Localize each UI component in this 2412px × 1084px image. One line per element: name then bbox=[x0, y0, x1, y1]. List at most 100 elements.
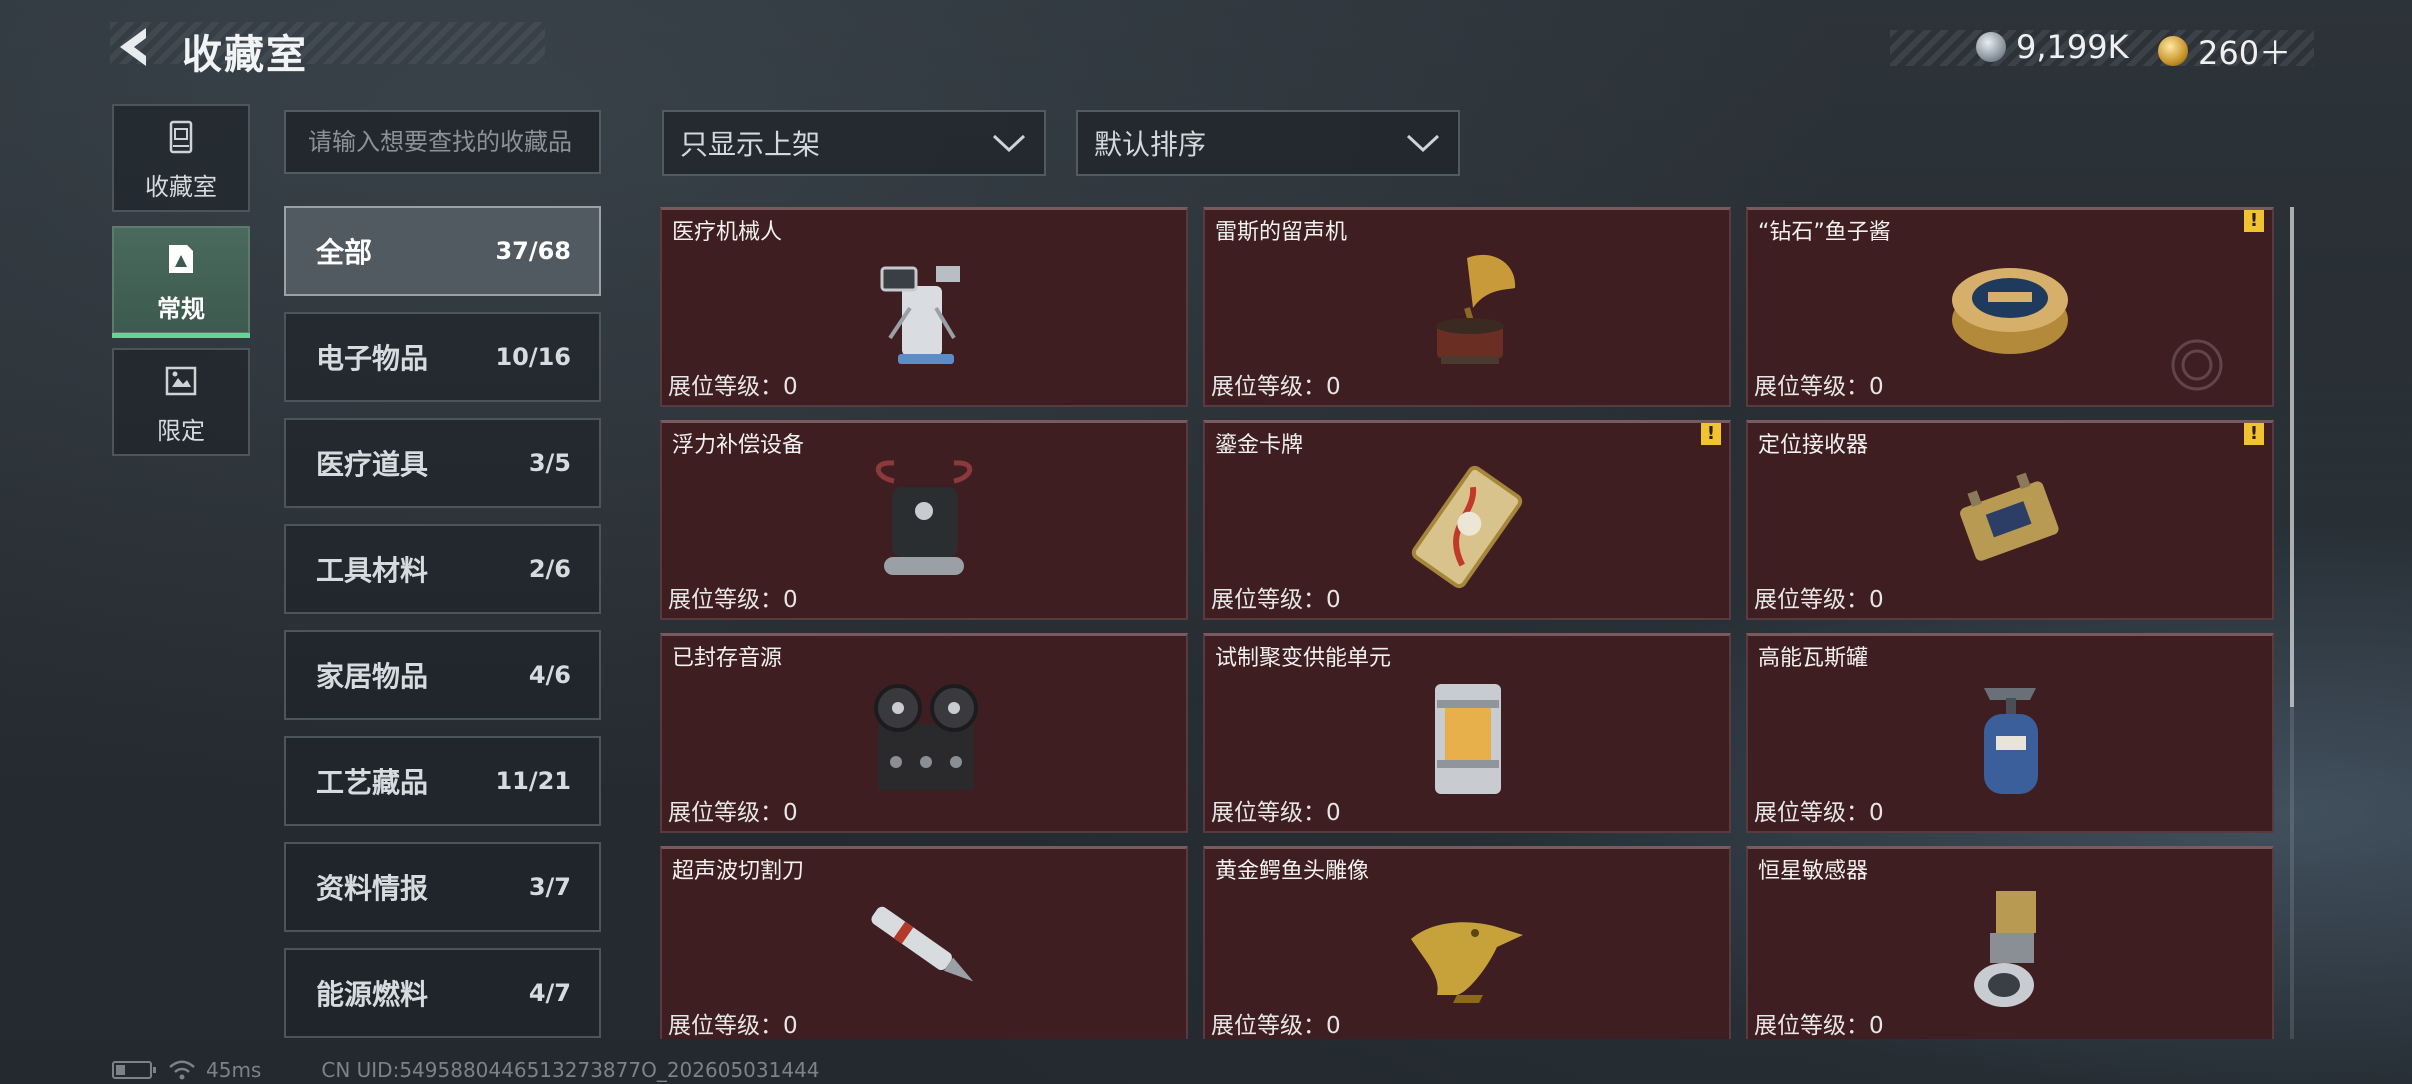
category-name: 医疗道具 bbox=[316, 448, 429, 481]
gold-currency[interactable]: 260＋ bbox=[2158, 28, 2291, 74]
header-bar bbox=[110, 22, 545, 64]
limited-collection-icon bbox=[165, 366, 197, 396]
category-count: 4/6 bbox=[528, 661, 571, 689]
category-name: 资料情报 bbox=[316, 872, 429, 905]
dropdown-value: 默认排序 bbox=[1094, 128, 1207, 161]
back-button[interactable] bbox=[112, 24, 158, 70]
collection-card[interactable]: 鎏金卡牌 ! 展位等级：0 bbox=[1203, 420, 1731, 620]
gold-amount: 260＋ bbox=[2198, 34, 2292, 72]
alert-badge-icon: ! bbox=[2244, 423, 2264, 445]
category-medical[interactable]: 医疗道具 3/5 bbox=[284, 418, 601, 508]
collection-grid: 医疗机械人 展位等级：0 雷斯的留声机 展位等级：0 “钻石”鱼子酱 ! 展位等… bbox=[660, 207, 2276, 1039]
alert-badge-icon: ! bbox=[2244, 210, 2264, 232]
gas-canister-icon bbox=[1984, 688, 2038, 794]
gold-coin-icon bbox=[2158, 36, 2188, 66]
chevron-down-icon bbox=[1406, 134, 1440, 153]
chevron-down-icon bbox=[992, 134, 1026, 153]
category-name: 家居物品 bbox=[316, 660, 429, 693]
medical-robot-icon bbox=[880, 266, 960, 364]
collection-card[interactable]: 定位接收器 ! 展位等级：0 bbox=[1746, 420, 2274, 620]
collection-card[interactable]: 已封存音源 展位等级：0 bbox=[660, 633, 1188, 833]
tab-regular[interactable]: 常规 bbox=[112, 226, 250, 338]
buoyancy-device-icon bbox=[875, 460, 973, 575]
category-count: 2/6 bbox=[528, 555, 571, 583]
category-count: 3/7 bbox=[528, 873, 571, 901]
booth-level: 展位等级：0 bbox=[1754, 587, 1884, 613]
item-title: 定位接收器 bbox=[1758, 433, 1869, 458]
gilded-card-icon bbox=[1411, 465, 1523, 589]
silver-amount: 9,199K bbox=[2016, 28, 2129, 66]
user-uid: CN UID:5495880446513273877O_202605031444 bbox=[321, 1058, 820, 1082]
display-filter-dropdown[interactable]: 只显示上架 bbox=[662, 110, 1046, 176]
category-electronics[interactable]: 电子物品 10/16 bbox=[284, 312, 601, 402]
ultrasonic-cutter-icon bbox=[871, 906, 974, 982]
booth-level: 展位等级：0 bbox=[668, 374, 798, 400]
category-household[interactable]: 家居物品 4/6 bbox=[284, 630, 601, 720]
tab-label: 收藏室 bbox=[145, 173, 217, 201]
category-count: 37/68 bbox=[495, 237, 571, 265]
reel-recorder-icon bbox=[874, 684, 978, 790]
caviar-tin-icon bbox=[1952, 268, 2068, 354]
item-title: 鎏金卡牌 bbox=[1215, 433, 1304, 458]
battery-icon bbox=[112, 1061, 156, 1079]
locator-receiver-icon bbox=[1960, 472, 2059, 561]
booth-level: 展位等级：0 bbox=[1211, 374, 1341, 400]
item-title: 黄金鳄鱼头雕像 bbox=[1215, 859, 1370, 884]
category-name: 全部 bbox=[316, 236, 373, 269]
featured-ring-icon bbox=[2171, 339, 2223, 391]
collection-card[interactable]: 黄金鳄鱼头雕像 展位等级：0 bbox=[1203, 846, 1731, 1039]
sort-dropdown[interactable]: 默认排序 bbox=[1076, 110, 1460, 176]
wifi-icon bbox=[169, 1060, 195, 1080]
category-energy[interactable]: 能源燃料 4/7 bbox=[284, 948, 601, 1038]
category-all[interactable]: 全部 37/68 bbox=[284, 206, 601, 296]
back-arrow-icon bbox=[120, 28, 146, 66]
fusion-cell-icon bbox=[1435, 684, 1501, 794]
tab-collection-room[interactable]: 收藏室 bbox=[112, 104, 250, 212]
booth-level: 展位等级：0 bbox=[668, 1013, 798, 1039]
gramophone-icon bbox=[1436, 254, 1516, 364]
item-title: “钻石”鱼子酱 bbox=[1758, 220, 1891, 245]
booth-level: 展位等级：0 bbox=[1211, 587, 1341, 613]
item-title: 浮力补偿设备 bbox=[672, 433, 805, 458]
category-intel[interactable]: 资料情报 3/7 bbox=[284, 842, 601, 932]
category-name: 工具材料 bbox=[316, 554, 429, 587]
grid-scrollbar[interactable] bbox=[2290, 207, 2294, 1039]
category-crafts[interactable]: 工艺藏品 11/21 bbox=[284, 736, 601, 826]
collection-card[interactable]: “钻石”鱼子酱 ! 展位等级：0 bbox=[1746, 207, 2274, 407]
collection-card[interactable]: 医疗机械人 展位等级：0 bbox=[660, 207, 1188, 407]
search-input[interactable] bbox=[284, 110, 601, 174]
collection-card[interactable]: 高能瓦斯罐 展位等级：0 bbox=[1746, 633, 2274, 833]
category-tools[interactable]: 工具材料 2/6 bbox=[284, 524, 601, 614]
item-title: 高能瓦斯罐 bbox=[1758, 646, 1869, 671]
item-title: 医疗机械人 bbox=[672, 220, 783, 245]
booth-level: 展位等级：0 bbox=[1754, 1013, 1884, 1039]
silver-coin-icon bbox=[1976, 32, 2006, 62]
star-sensor-icon bbox=[1974, 891, 2036, 1007]
booth-level: 展位等级：0 bbox=[1754, 374, 1884, 400]
tab-limited[interactable]: 限定 bbox=[112, 348, 250, 456]
booth-level: 展位等级：0 bbox=[668, 800, 798, 826]
regular-collection-icon bbox=[169, 245, 193, 273]
collection-card[interactable]: 试制聚变供能单元 展位等级：0 bbox=[1203, 633, 1731, 833]
item-title: 已封存音源 bbox=[672, 646, 783, 671]
category-name: 工艺藏品 bbox=[316, 766, 429, 799]
booth-level: 展位等级：0 bbox=[1754, 800, 1884, 826]
dropdown-value: 只显示上架 bbox=[680, 128, 821, 161]
display-case-icon bbox=[169, 120, 193, 154]
item-title: 恒星敏感器 bbox=[1758, 859, 1869, 884]
collection-card[interactable]: 雷斯的留声机 展位等级：0 bbox=[1203, 207, 1731, 407]
collection-card[interactable]: 浮力补偿设备 展位等级：0 bbox=[660, 420, 1188, 620]
tab-label: 限定 bbox=[157, 417, 205, 445]
category-count: 3/5 bbox=[528, 449, 571, 477]
page-title: 收藏室 bbox=[182, 32, 308, 78]
item-title: 雷斯的留声机 bbox=[1215, 220, 1348, 245]
silver-currency: 9,199K bbox=[1976, 28, 2129, 66]
item-title: 超声波切割刀 bbox=[672, 859, 805, 884]
scrollbar-thumb[interactable] bbox=[2290, 207, 2294, 707]
booth-level: 展位等级：0 bbox=[1211, 1013, 1341, 1039]
collection-card[interactable]: 超声波切割刀 展位等级：0 bbox=[660, 846, 1188, 1039]
gold-crocodile-icon bbox=[1411, 922, 1523, 1003]
collection-card[interactable]: 恒星敏感器 展位等级：0 bbox=[1746, 846, 2274, 1039]
booth-level: 展位等级：0 bbox=[1211, 800, 1341, 826]
alert-badge-icon: ! bbox=[1701, 423, 1721, 445]
